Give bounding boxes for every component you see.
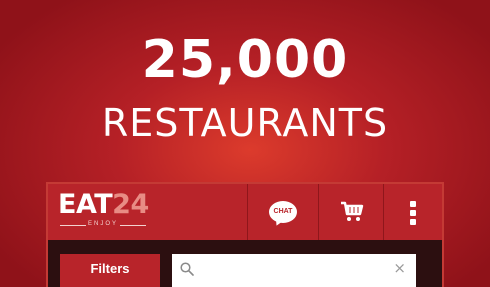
menu-dot [410, 210, 416, 216]
app-preview: EAT24 ENJOY CHAT Filters × [46, 182, 444, 287]
filter-bar: Filters × [48, 240, 442, 287]
app-bar: EAT24 ENJOY CHAT [48, 184, 442, 240]
menu-dot [410, 219, 416, 225]
headline-number: 25,000 [141, 30, 349, 90]
chat-bubble-icon: CHAT [269, 201, 297, 223]
search-icon [180, 262, 194, 276]
close-icon[interactable]: × [393, 260, 406, 276]
chat-label: CHAT [273, 208, 293, 215]
headline-text: RESTAURANTS [101, 101, 389, 145]
filters-button[interactable]: Filters [60, 254, 160, 287]
overflow-menu-button[interactable] [384, 184, 442, 240]
menu-dot [410, 201, 416, 207]
logo-wordmark: EAT24 [58, 189, 149, 220]
chat-button[interactable]: CHAT [248, 184, 318, 240]
cart-button[interactable] [319, 184, 383, 240]
logo-number: 24 [112, 189, 149, 220]
logo-tagline: ENJOY [58, 221, 148, 227]
promo-banner: 25,000 RESTAURANTS EAT24 ENJOY CHAT Filt… [0, 0, 490, 287]
eat24-logo[interactable]: EAT24 ENJOY [58, 189, 149, 234]
cart-icon [341, 201, 364, 221]
search-input[interactable] [200, 258, 380, 280]
search-field[interactable]: × [172, 254, 416, 287]
logo-word: EAT [58, 189, 113, 220]
